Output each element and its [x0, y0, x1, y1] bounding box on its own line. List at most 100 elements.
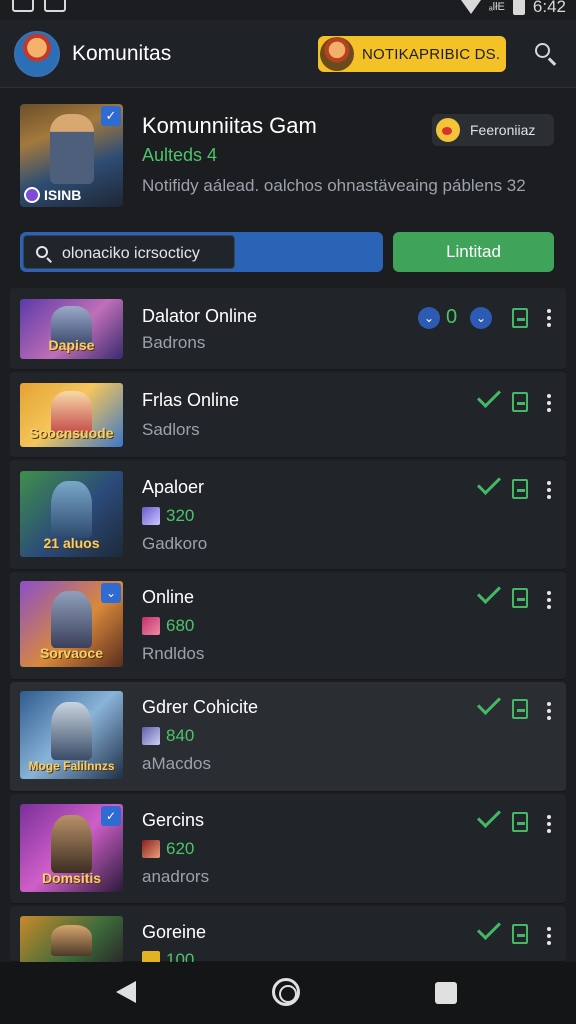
- row-subtitle: Sadlors: [142, 420, 200, 439]
- more-options-icon[interactable]: [547, 702, 551, 720]
- row-title: Gdrer Cohicite: [142, 697, 259, 717]
- game-thumbnail: Dapise: [20, 299, 123, 359]
- row-status: 0: [446, 306, 458, 328]
- check-icon[interactable]: [476, 470, 502, 496]
- stat-icon: [142, 727, 160, 745]
- row-subtitle: Rndldos: [142, 644, 205, 663]
- list-item[interactable]: Dapise Dalator Online Badrons ⌄ 0 ⌄: [10, 288, 566, 370]
- document-icon[interactable]: [512, 699, 528, 719]
- limit-button[interactable]: Lintitad: [393, 232, 554, 272]
- verified-icon: ⌄: [101, 583, 121, 603]
- status-bar: ₐlłE 6:42: [0, 0, 576, 20]
- community-subtitle: Aulteds 4: [142, 145, 218, 165]
- game-controller-icon: [44, 0, 66, 12]
- row-count: 320: [142, 506, 194, 526]
- row-title: Online: [142, 587, 195, 607]
- image-tag-label: ISINB: [44, 187, 82, 203]
- row-count-value: 680: [166, 616, 195, 635]
- list-item[interactable]: ✓ Domsitis Gercins 620 anadrors: [10, 794, 566, 904]
- emoji-icon: [436, 118, 460, 142]
- list-item[interactable]: ⌄ Sorvaoce Online 680 Rndldos: [10, 572, 566, 680]
- notification-button[interactable]: NOTIKAPRIBIC DS.: [318, 36, 506, 72]
- community-card: ✓ ISINB Komunniitas Gam Aulteds 4 Notifi…: [0, 89, 576, 285]
- row-title: Frlas Online: [142, 390, 240, 410]
- thumbnail-caption: Soocnsuode: [29, 425, 114, 441]
- community-image-tag: ISINB: [24, 187, 81, 203]
- avatar[interactable]: [14, 31, 60, 77]
- document-icon[interactable]: [512, 812, 528, 832]
- back-icon[interactable]: [116, 981, 136, 1003]
- row-title: Goreine: [142, 922, 207, 942]
- stat-icon: [142, 617, 160, 635]
- list-item[interactable]: 21 aluos Apaloer 320 Gadkoro: [10, 460, 566, 570]
- check-icon[interactable]: [476, 803, 502, 829]
- stat-icon: [142, 507, 160, 525]
- thumbnail-caption: Dapise: [48, 337, 95, 353]
- row-subtitle: Badrons: [142, 333, 206, 352]
- more-options-icon[interactable]: [547, 481, 551, 499]
- recent-apps-icon[interactable]: [435, 982, 457, 1004]
- search-icon[interactable]: [534, 42, 558, 66]
- check-icon[interactable]: [476, 383, 502, 409]
- row-title: Dalator Online: [142, 306, 258, 326]
- search-value: olonaciko icrsocticy: [62, 245, 200, 262]
- search-input[interactable]: olonaciko icrsocticy: [23, 235, 235, 269]
- verified-icon: ✓: [101, 806, 121, 826]
- badge-icon: [24, 187, 40, 203]
- more-options-icon[interactable]: [547, 591, 551, 609]
- more-options-icon[interactable]: [547, 394, 551, 412]
- check-icon[interactable]: [476, 915, 502, 941]
- status-time: 6:42: [532, 0, 566, 16]
- favorite-button[interactable]: Feeroniiaz: [432, 114, 554, 146]
- row-count-value: 840: [166, 726, 195, 745]
- document-icon[interactable]: [512, 308, 528, 328]
- more-options-icon[interactable]: [547, 927, 551, 945]
- chevron-down-icon[interactable]: ⌄: [418, 307, 440, 329]
- game-thumbnail: [20, 916, 123, 962]
- list-item[interactable]: Moge Falilnnzs Gdrer Cohicite 840 aMacdo…: [10, 682, 566, 792]
- thumbnail-caption: Moge Falilnnzs: [28, 759, 115, 773]
- favorite-label: Feeroniiaz: [470, 122, 536, 138]
- more-options-icon[interactable]: [547, 815, 551, 833]
- community-image: ✓ ISINB: [20, 104, 123, 207]
- more-options-icon[interactable]: [547, 309, 551, 327]
- row-count: 840: [142, 726, 194, 746]
- check-icon[interactable]: [476, 579, 502, 605]
- document-icon[interactable]: [512, 392, 528, 412]
- verified-icon: ✓: [101, 106, 121, 126]
- home-icon[interactable]: [272, 978, 300, 1006]
- check-icon[interactable]: [476, 690, 502, 716]
- app-header: Komunitas NOTIKAPRIBIC DS.: [0, 20, 576, 88]
- list-item[interactable]: Goreine 100: [10, 906, 566, 969]
- document-icon[interactable]: [512, 924, 528, 944]
- notification-label: NOTIKAPRIBIC DS.: [362, 46, 501, 63]
- signal-icon: ₐlłE: [488, 1, 505, 13]
- app-title: Komunitas: [72, 42, 172, 65]
- row-count: 680: [142, 616, 194, 636]
- wifi-icon: [460, 0, 481, 14]
- stat-icon: [142, 840, 160, 858]
- community-name: Komunniitas Gam: [142, 113, 317, 138]
- community-description: Notifidy aálead. oalchos ohnastäveaing p…: [142, 176, 526, 195]
- battery-icon: [512, 0, 525, 15]
- character-avatar-icon: [320, 37, 354, 71]
- thumbnail-caption: 21 aluos: [43, 535, 100, 551]
- thumbnail-caption: Domsitis: [41, 870, 102, 886]
- thumbnail-caption: Sorvaoce: [39, 645, 104, 661]
- status-left-icons: [12, 0, 66, 12]
- game-thumbnail: Moge Falilnnzs: [20, 691, 123, 779]
- document-icon[interactable]: [512, 479, 528, 499]
- game-thumbnail: ⌄ Sorvaoce: [20, 581, 123, 667]
- row-title: Apaloer: [142, 477, 205, 497]
- search-bar[interactable]: olonaciko icrsocticy: [20, 232, 383, 272]
- row-count-value: 320: [166, 506, 195, 525]
- game-thumbnail: Soocnsuode: [20, 383, 123, 447]
- chevron-down-icon[interactable]: ⌄: [470, 307, 492, 329]
- row-title: Gercins: [142, 810, 205, 830]
- game-thumbnail: ✓ Domsitis: [20, 804, 123, 892]
- game-thumbnail: 21 aluos: [20, 471, 123, 557]
- navigation-bar: [0, 962, 576, 1024]
- list-item[interactable]: Soocnsuode Frlas Online Sadlors: [10, 372, 566, 458]
- document-icon[interactable]: [512, 588, 528, 608]
- row-subtitle: anadrors: [142, 867, 210, 886]
